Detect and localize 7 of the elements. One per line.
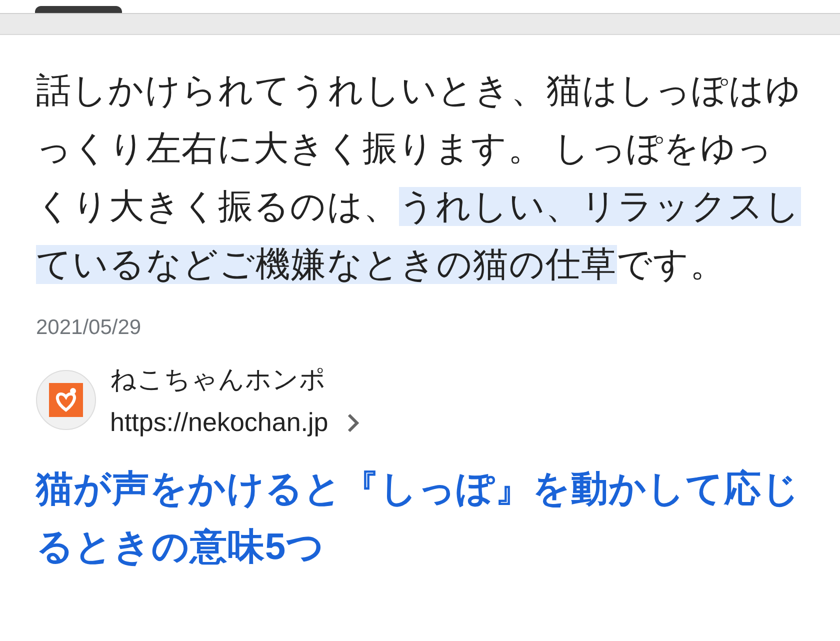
site-url: https://nekochan.jp bbox=[110, 407, 328, 438]
site-name: ねこちゃんホンポ bbox=[110, 363, 327, 396]
snippet-date: 2021/05/29 bbox=[36, 316, 142, 340]
snippet-text: 話しかけられてうれしいとき、猫はしっぽはゆっくり左右に大きく振ります。 しっぽをゆっくり大きく振るのは、うれしい、リラックスしているなどご機嫌なときの猫の仕草です。 bbox=[36, 70, 803, 286]
source-link[interactable]: ねこちゃんホンポ https://nekochan.jp bbox=[36, 362, 804, 438]
result-title-link[interactable]: 猫が声をかけると『しっぽ』を動かして応じるときの意味5つ bbox=[36, 460, 806, 576]
chevron-right-icon bbox=[346, 412, 360, 434]
